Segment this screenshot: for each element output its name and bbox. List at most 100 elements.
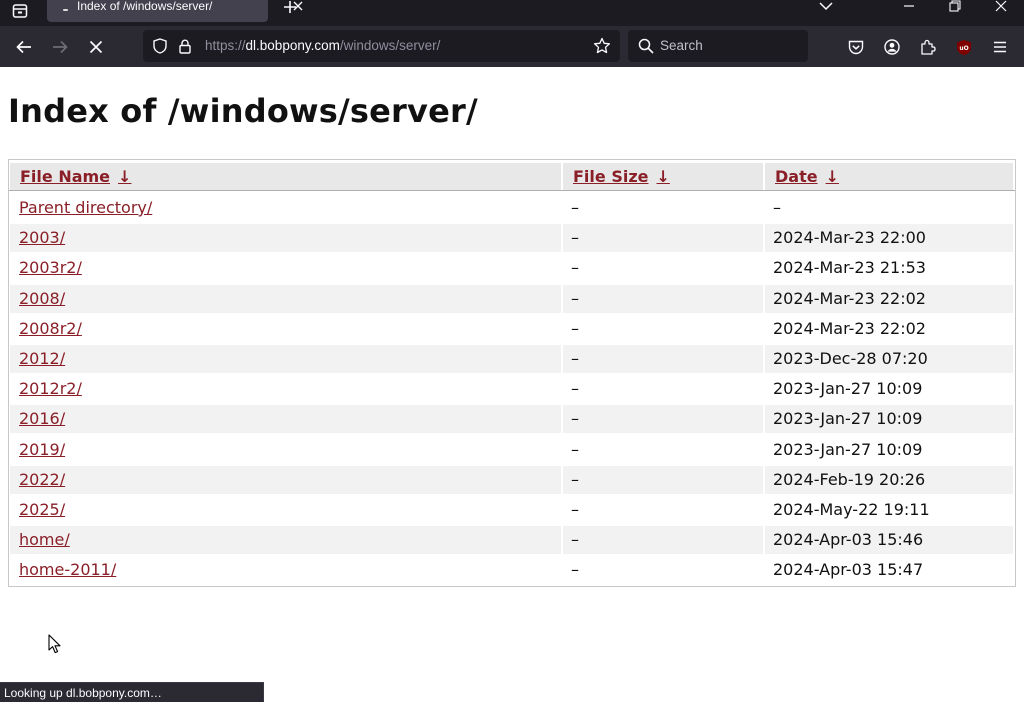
search-icon bbox=[637, 37, 655, 55]
cell-file-name: 2003r2/ bbox=[10, 254, 561, 282]
cell-file-size: – bbox=[563, 405, 763, 434]
tab-active[interactable]: Index of /windows/server/ bbox=[47, 0, 303, 22]
sort-by-name-link[interactable]: File Name ↓ bbox=[20, 167, 131, 187]
svg-text:uO: uO bbox=[959, 45, 968, 52]
file-size-value: – bbox=[571, 560, 579, 580]
cell-file-size: – bbox=[563, 284, 763, 313]
tab-list-button[interactable] bbox=[8, 0, 32, 22]
extensions-button[interactable] bbox=[915, 34, 941, 60]
cell-file-size: – bbox=[563, 194, 763, 222]
close-icon bbox=[995, 0, 1007, 12]
sort-by-size-link[interactable]: File Size ↓ bbox=[573, 167, 670, 187]
table-row: home-2011/ – 2024-Apr-03 15:47 bbox=[9, 555, 1015, 585]
site-info-button[interactable] bbox=[177, 36, 193, 56]
tab-title: Index of /windows/server/ bbox=[77, 0, 213, 13]
column-label-name: File Name bbox=[20, 167, 111, 186]
cell-file-size: – bbox=[563, 224, 763, 253]
ublock-button[interactable]: uO bbox=[951, 34, 977, 60]
window-close-button[interactable] bbox=[986, 0, 1016, 12]
cell-file-name: 2012r2/ bbox=[10, 375, 561, 403]
cell-date: 2023-Jan-27 10:09 bbox=[765, 375, 1013, 403]
search-input[interactable]: Search bbox=[660, 38, 703, 54]
table-row: 2016/ – 2023-Jan-27 10:09 bbox=[9, 404, 1015, 434]
restore-icon bbox=[949, 0, 961, 12]
directory-link[interactable]: 2025/ bbox=[19, 500, 65, 520]
back-arrow-icon bbox=[16, 40, 31, 54]
directory-link[interactable]: 2008/ bbox=[19, 289, 65, 309]
account-button[interactable] bbox=[879, 34, 905, 60]
table-row: 2012r2/ – 2023-Jan-27 10:09 bbox=[9, 374, 1015, 404]
app-menu-button[interactable] bbox=[987, 34, 1013, 60]
cell-date: 2024-Mar-23 21:53 bbox=[765, 254, 1013, 282]
file-size-value: – bbox=[571, 318, 579, 338]
file-size-value: – bbox=[571, 258, 579, 278]
directory-link[interactable]: 2022/ bbox=[19, 470, 65, 490]
date-value: 2024-Apr-03 15:46 bbox=[773, 530, 924, 550]
bookmark-button[interactable] bbox=[592, 36, 612, 56]
date-value: 2023-Jan-27 10:09 bbox=[773, 409, 923, 429]
date-value: 2024-Mar-23 22:02 bbox=[773, 318, 926, 338]
navigation-toolbar: https://dl.bobpony.com/windows/server/ S… bbox=[0, 26, 1024, 67]
back-button[interactable] bbox=[10, 34, 38, 60]
list-all-tabs-button[interactable] bbox=[811, 0, 841, 12]
directory-link[interactable]: 2003r2/ bbox=[19, 258, 82, 278]
file-size-value: – bbox=[571, 198, 579, 217]
minimize-icon bbox=[904, 5, 914, 7]
cell-file-size: – bbox=[563, 344, 763, 373]
directory-link[interactable]: 2016/ bbox=[19, 409, 65, 429]
mouse-pointer-icon bbox=[48, 634, 61, 654]
directory-link[interactable]: home/ bbox=[19, 530, 70, 550]
url-text[interactable]: https://dl.bobpony.com/windows/server/ bbox=[205, 38, 440, 54]
date-value: 2024-Feb-19 20:26 bbox=[773, 469, 926, 489]
sort-arrow-icon: ↓ bbox=[825, 167, 839, 186]
table-row: 2025/ – 2024-May-22 19:11 bbox=[9, 495, 1015, 525]
url-path: /windows/server/ bbox=[339, 38, 441, 53]
file-size-value: – bbox=[571, 409, 579, 429]
cell-date: 2023-Jan-27 10:09 bbox=[765, 436, 1013, 464]
cell-date: 2024-Mar-23 22:00 bbox=[765, 224, 1013, 253]
cell-date: 2024-May-22 19:11 bbox=[765, 496, 1013, 524]
directory-link[interactable]: home-2011/ bbox=[19, 560, 116, 580]
date-value: 2024-Apr-03 15:47 bbox=[773, 560, 924, 580]
cell-date: 2024-Apr-03 15:46 bbox=[765, 526, 1013, 555]
tracking-protection-button[interactable] bbox=[151, 36, 169, 56]
table-row: 2003r2/ – 2024-Mar-23 21:53 bbox=[9, 253, 1015, 283]
shield-icon bbox=[153, 38, 167, 54]
cell-file-size: – bbox=[563, 254, 763, 282]
restore-button[interactable] bbox=[940, 0, 970, 12]
table-body: Parent directory/ – – 2003/ – 2024-Mar-23 22:… bbox=[9, 193, 1015, 585]
sort-arrow-icon: ↓ bbox=[118, 167, 132, 186]
directory-link[interactable]: 2012/ bbox=[19, 349, 65, 369]
cell-file-size: – bbox=[563, 436, 763, 464]
new-tab-button[interactable] bbox=[280, 0, 300, 14]
stop-button[interactable] bbox=[82, 34, 110, 60]
forward-button[interactable] bbox=[46, 34, 74, 60]
minimize-button[interactable] bbox=[894, 0, 924, 12]
search-bar[interactable]: Search bbox=[628, 30, 808, 62]
cell-date: 2024-Apr-03 15:47 bbox=[765, 556, 1013, 584]
date-value: – bbox=[773, 198, 781, 217]
cell-file-name: 2008r2/ bbox=[10, 315, 561, 343]
star-icon bbox=[593, 37, 611, 54]
table-row: 2012/ – 2023-Dec-28 07:20 bbox=[9, 344, 1015, 374]
cell-file-name: 2025/ bbox=[10, 496, 561, 524]
date-value: 2024-Mar-23 22:02 bbox=[773, 288, 926, 308]
directory-link[interactable]: Parent directory/ bbox=[19, 198, 152, 218]
directory-link[interactable]: 2003/ bbox=[19, 228, 65, 248]
directory-link[interactable]: 2008r2/ bbox=[19, 319, 82, 339]
directory-link[interactable]: 2019/ bbox=[19, 440, 65, 460]
date-value: 2023-Dec-28 07:20 bbox=[773, 348, 928, 368]
pocket-button[interactable] bbox=[843, 34, 869, 60]
date-value: 2023-Jan-27 10:09 bbox=[773, 379, 923, 399]
url-host: dl.bobpony.com bbox=[245, 38, 340, 53]
pocket-icon bbox=[848, 40, 864, 54]
directory-link[interactable]: 2012r2/ bbox=[19, 379, 82, 399]
cell-file-size: – bbox=[563, 465, 763, 494]
page-content: Index of /windows/server/ File Name ↓ Fil… bbox=[0, 67, 1024, 702]
sort-by-date-link[interactable]: Date ↓ bbox=[775, 167, 839, 187]
url-scheme: https:// bbox=[205, 38, 246, 53]
ublock-icon: uO bbox=[957, 39, 971, 55]
address-bar[interactable]: https://dl.bobpony.com/windows/server/ bbox=[143, 30, 620, 62]
chevron-down-icon bbox=[819, 2, 833, 11]
date-value: 2024-Mar-23 21:53 bbox=[773, 258, 926, 278]
